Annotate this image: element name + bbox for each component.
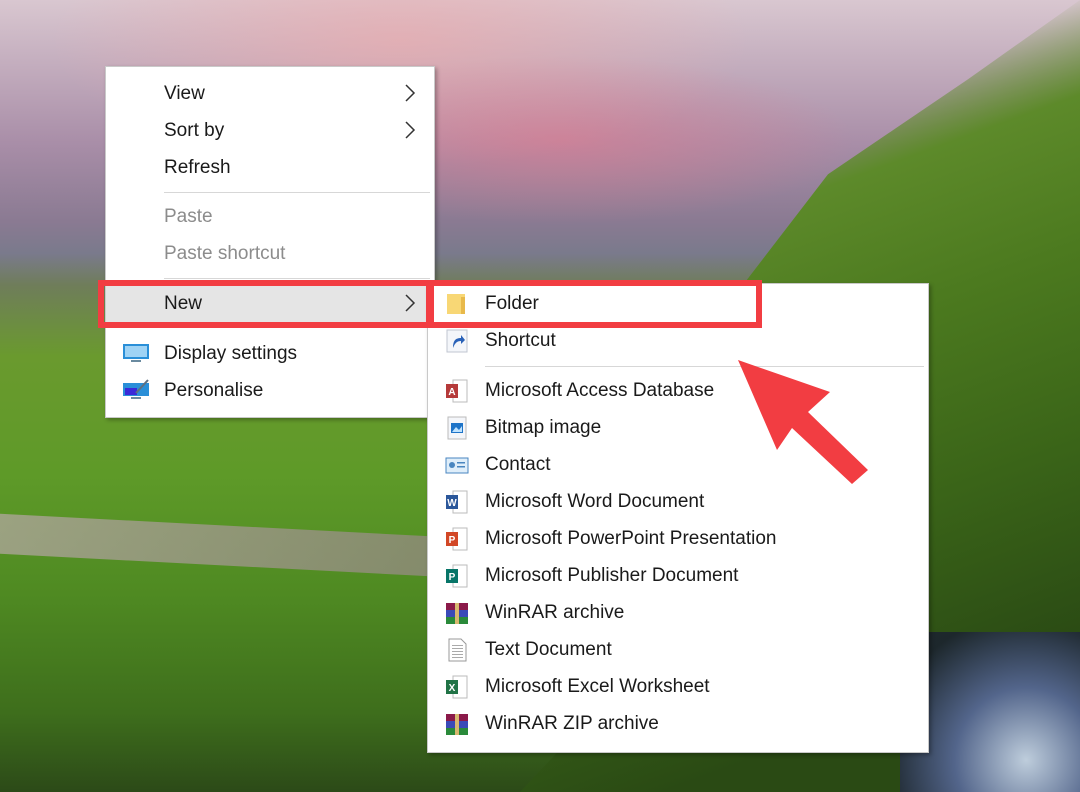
menu-item-view[interactable]: View [106, 75, 434, 112]
menu-item-label: Display settings [164, 342, 298, 364]
winrar-icon [446, 603, 468, 624]
display-icon [123, 344, 149, 362]
access-icon: A [446, 379, 468, 403]
excel-icon: X [446, 675, 468, 699]
highlight-box-new [98, 280, 432, 328]
submenu-item-label: Shortcut [485, 329, 556, 351]
submenu-item-label: Microsoft Excel Worksheet [485, 675, 710, 697]
submenu-item-label: WinRAR archive [485, 601, 625, 623]
submenu-item-label: Bitmap image [485, 416, 602, 438]
chevron-right-icon [405, 84, 416, 102]
publisher-icon: P [446, 564, 468, 588]
svg-text:X: X [449, 683, 456, 694]
submenu-item-label: Microsoft Publisher Document [485, 564, 739, 586]
text-document-icon [448, 638, 467, 662]
pointer-arrow-icon [738, 360, 868, 484]
submenu-item-label: Text Document [485, 638, 612, 660]
svg-text:W: W [447, 498, 457, 509]
menu-item-personalise[interactable]: Personalise [106, 372, 434, 409]
svg-text:P: P [449, 572, 456, 583]
submenu-item-label: Microsoft PowerPoint Presentation [485, 527, 777, 549]
menu-item-sort-by[interactable]: Sort by [106, 112, 434, 149]
menu-item-label: Sort by [164, 119, 225, 141]
contact-icon [445, 457, 469, 474]
menu-item-label: Paste shortcut [164, 242, 286, 264]
svg-text:A: A [448, 387, 455, 398]
submenu-item-label: WinRAR ZIP archive [485, 712, 659, 734]
submenu-item-label: Microsoft Access Database [485, 379, 715, 401]
submenu-item-label: Microsoft Word Document [485, 490, 705, 512]
desktop-context-menu: View Sort by Refresh Paste Paste shortcu… [105, 66, 435, 418]
submenu-item-excel[interactable]: X Microsoft Excel Worksheet [428, 668, 928, 705]
svg-text:P: P [449, 535, 456, 546]
submenu-item-label: Contact [485, 453, 551, 475]
menu-item-refresh[interactable]: Refresh [106, 149, 434, 186]
submenu-item-winrar-zip[interactable]: WinRAR ZIP archive [428, 705, 928, 742]
chevron-right-icon [405, 121, 416, 139]
submenu-item-winrar[interactable]: WinRAR archive [428, 594, 928, 631]
personalise-icon [123, 379, 149, 399]
menu-item-paste: Paste [106, 198, 434, 235]
menu-item-paste-shortcut: Paste shortcut [106, 235, 434, 272]
submenu-item-powerpoint[interactable]: P Microsoft PowerPoint Presentation [428, 520, 928, 557]
menu-separator [164, 192, 430, 193]
menu-separator [164, 278, 430, 279]
menu-item-label: Refresh [164, 156, 231, 178]
menu-item-display-settings[interactable]: Display settings [106, 335, 434, 372]
menu-item-label: Personalise [164, 379, 264, 401]
bitmap-icon [447, 416, 467, 440]
menu-item-label: View [164, 82, 205, 104]
powerpoint-icon: P [446, 527, 468, 551]
shortcut-icon [446, 329, 468, 353]
highlight-box-folder [428, 280, 762, 328]
submenu-item-text-document[interactable]: Text Document [428, 631, 928, 668]
menu-item-label: Paste [164, 205, 213, 227]
submenu-item-publisher[interactable]: P Microsoft Publisher Document [428, 557, 928, 594]
winrar-zip-icon [446, 714, 468, 735]
word-icon: W [446, 490, 468, 514]
